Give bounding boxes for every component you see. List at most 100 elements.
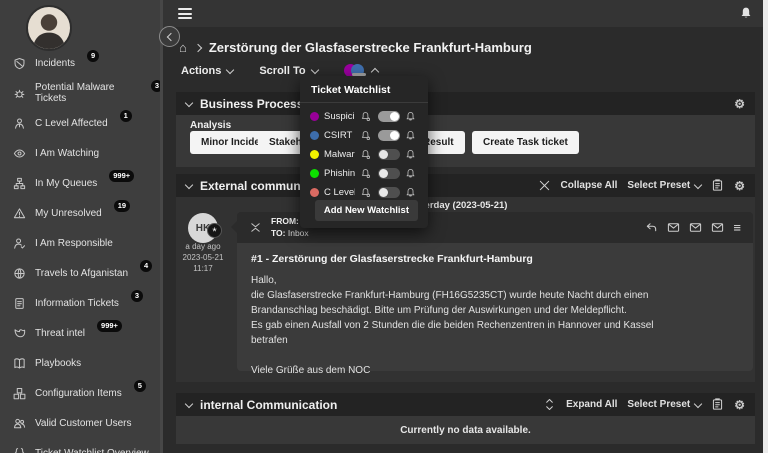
warning-triangle-icon: [13, 207, 26, 220]
chevron-down-icon: [693, 399, 703, 408]
chevron-down-icon: [184, 180, 194, 189]
preset-clipboard-icon[interactable]: [711, 398, 724, 411]
expand-all-icon[interactable]: [543, 398, 556, 411]
actions-label: Actions: [181, 64, 222, 77]
select-preset-dropdown[interactable]: Select Preset: [627, 399, 703, 410]
bell-icon[interactable]: [405, 111, 418, 122]
bell-mute-icon[interactable]: [360, 111, 373, 122]
globe-icon: [13, 267, 26, 280]
gear-icon[interactable]: ⚙: [734, 399, 745, 411]
add-new-watchlist-button[interactable]: Add New Watchlist: [314, 200, 418, 221]
gear-icon[interactable]: ⚙: [734, 98, 745, 110]
sidebar-item-information-tickets[interactable]: Information Tickets 3: [0, 288, 163, 318]
email-date: 2023-05-21: [182, 253, 224, 262]
bell-mute-icon[interactable]: [360, 187, 373, 198]
sidebar-item-in-my-queues[interactable]: In My Queues 999+: [0, 168, 163, 198]
executive-icon: [13, 117, 26, 130]
color-dot: [310, 112, 319, 121]
sidebar-scrollbar[interactable]: [160, 0, 163, 453]
eye-icon: [13, 147, 26, 160]
popup-drag-handle[interactable]: [352, 73, 366, 76]
card-tail: [231, 220, 238, 234]
bell-icon[interactable]: [405, 187, 418, 198]
reply-mail-icon[interactable]: [667, 221, 680, 234]
business-process-info-header[interactable]: Business Process Info ⚙: [176, 92, 755, 115]
create-task-ticket-button[interactable]: Create Task ticket: [472, 131, 579, 154]
watchlist-toggle[interactable]: [378, 111, 400, 122]
watchlist-row-csirt[interactable]: CSIRT: [300, 126, 428, 145]
sidebar-item-i-am-watching[interactable]: I Am Watching: [0, 138, 163, 168]
page-title: Zerstörung der Glasfaserstrecke Frankfur…: [208, 40, 532, 55]
actions-dropdown[interactable]: Actions: [181, 64, 235, 77]
chevron-down-icon: [184, 98, 194, 107]
watchlist-toggle[interactable]: [378, 149, 400, 160]
gear-icon[interactable]: ⚙: [734, 180, 745, 192]
count-badge: 9: [87, 50, 100, 62]
watchlist-toggle[interactable]: [378, 130, 400, 141]
count-badge: 5: [133, 380, 146, 392]
sidebar-item-i-am-responsible[interactable]: I Am Responsible: [0, 228, 163, 258]
forward-mail-icon[interactable]: [711, 221, 724, 234]
color-dot: [310, 150, 319, 159]
external-communication-header[interactable]: External communication Collapse All Sele…: [176, 174, 755, 197]
profile-photo[interactable]: [26, 5, 72, 51]
expand-all-label[interactable]: Expand All: [566, 399, 617, 410]
popup-caret: [302, 69, 314, 77]
boxes-icon: [13, 387, 26, 400]
chevron-down-icon: [184, 399, 194, 408]
bell-mute-icon[interactable]: [360, 130, 373, 141]
sidebar-item-potential-malware-tickets[interactable]: Potential Malware Tickets 3: [0, 78, 163, 108]
home-icon[interactable]: ⌂: [179, 40, 187, 55]
sidebar-item-label: Incidents: [35, 57, 76, 69]
users-icon: [13, 417, 26, 430]
sidebar-item-valid-customer-users[interactable]: Valid Customer Users: [0, 408, 163, 438]
select-preset-dropdown[interactable]: Select Preset: [627, 180, 703, 191]
bird-icon: [13, 327, 26, 340]
email-actions: ≡: [645, 221, 741, 234]
to-value: Inbox: [287, 227, 309, 238]
sidebar-item-threat-intel[interactable]: Threat intel 999+: [0, 318, 163, 348]
sidebar-item-playbooks[interactable]: Playbooks: [0, 348, 163, 378]
email-menu-icon[interactable]: ≡: [733, 221, 741, 234]
asterisk-icon: *: [212, 226, 217, 238]
sidebar-item-travels-to-afganistan[interactable]: Travels to Afganistan 4: [0, 258, 163, 288]
notifications-bell-icon[interactable]: [739, 6, 753, 25]
sidebar-item-my-unresolved[interactable]: My Unresolved 19: [0, 198, 163, 228]
collapse-all-label[interactable]: Collapse All: [561, 180, 618, 191]
sidebar-item-incidents[interactable]: Incidents 9: [0, 48, 163, 78]
watchlist-label: Malware: [324, 149, 355, 160]
popup-title: Ticket Watchlist: [300, 76, 428, 103]
bell-icon[interactable]: [405, 149, 418, 160]
bell-mute-icon[interactable]: [360, 149, 373, 160]
reply-all-mail-icon[interactable]: [689, 221, 702, 234]
watchlist-row-phishing[interactable]: Phishing: [300, 164, 428, 183]
chevron-right-icon: [193, 43, 203, 52]
watchlist-label: Suspicious: [324, 111, 355, 122]
watchlist-row-suspicious[interactable]: Suspicious: [300, 107, 428, 126]
back-button[interactable]: [159, 26, 180, 47]
sidebar-item-configuration-items[interactable]: Configuration Items 5: [0, 378, 163, 408]
sidebar-item-c-level-affected[interactable]: C Level Affected 1: [0, 108, 163, 138]
bell-mute-icon[interactable]: [360, 168, 373, 179]
sidebar-item-label: Travels to Afganistan: [35, 267, 129, 279]
preset-clipboard-icon[interactable]: [711, 179, 724, 192]
collapse-email-icon[interactable]: [249, 221, 262, 234]
email-card: FROM: ema TO: Inbox ≡ #1 - Zerstörung de…: [231, 212, 753, 406]
bell-icon[interactable]: [405, 168, 418, 179]
window-scrollbar-track[interactable]: [763, 0, 768, 453]
bell-icon[interactable]: [405, 130, 418, 141]
to-label: TO:: [271, 227, 286, 238]
person-check-icon: [13, 237, 26, 250]
shield-icon: [13, 57, 26, 70]
reply-icon[interactable]: [645, 221, 658, 234]
hamburger-menu-icon[interactable]: [178, 8, 192, 22]
book-icon: [13, 357, 26, 370]
collapse-all-icon[interactable]: [538, 179, 551, 192]
internal-communication-header[interactable]: internal Communication Expand All Select…: [176, 393, 755, 416]
watchlist-toggle[interactable]: [378, 168, 400, 179]
watchlist-toggle[interactable]: [378, 187, 400, 198]
sidebar-item-ticket-watchlist-overview[interactable]: Ticket Watchlist Overview: [0, 438, 163, 453]
watchlist-row-malware[interactable]: Malware: [300, 145, 428, 164]
chevron-down-icon: [693, 180, 703, 189]
select-preset-label: Select Preset: [627, 180, 691, 191]
